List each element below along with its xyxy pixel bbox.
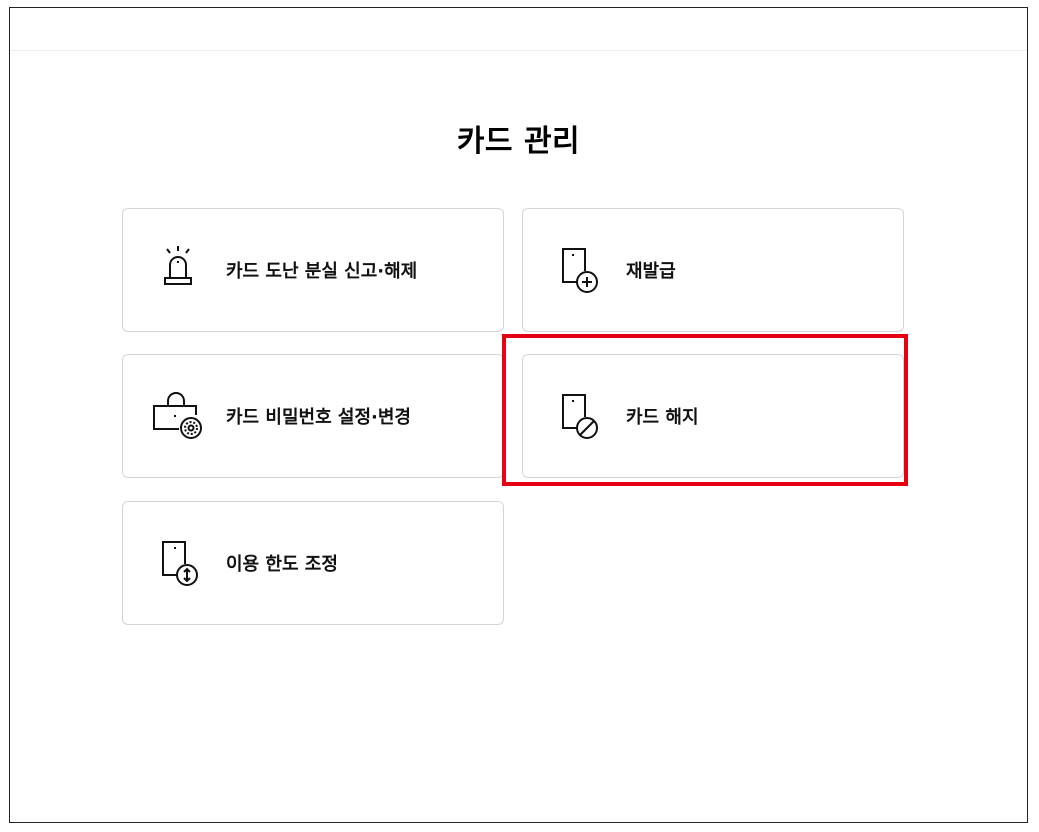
top-bar	[10, 8, 1027, 51]
menu-card-label: 카드 해지	[626, 407, 699, 428]
page-title: 카드 관리	[456, 124, 581, 159]
page-frame: 카드 관리 카드 도난 분실 신고·해제 재발급 카드 비밀번호 설정·변경 카…	[9, 7, 1028, 823]
menu-card-label: 재발급	[626, 261, 676, 282]
menu-card-lost-stolen-report[interactable]: 카드 도난 분실 신고·해제	[122, 208, 504, 332]
menu-card-reissue[interactable]: 재발급	[522, 208, 904, 332]
card-cancel-icon	[551, 389, 605, 443]
card-limit-icon	[151, 536, 205, 590]
card-add-icon	[551, 243, 605, 297]
lock-settings-icon	[151, 389, 205, 443]
siren-icon	[151, 243, 205, 297]
menu-card-cancel-card[interactable]: 카드 해지	[522, 354, 904, 478]
menu-card-label: 이용 한도 조정	[226, 554, 338, 575]
menu-card-label: 카드 도난 분실 신고·해제	[226, 261, 418, 282]
menu-card-label: 카드 비밀번호 설정·변경	[226, 407, 411, 428]
menu-card-password-setting[interactable]: 카드 비밀번호 설정·변경	[122, 354, 504, 478]
menu-card-limit-adjust[interactable]: 이용 한도 조정	[122, 501, 504, 625]
